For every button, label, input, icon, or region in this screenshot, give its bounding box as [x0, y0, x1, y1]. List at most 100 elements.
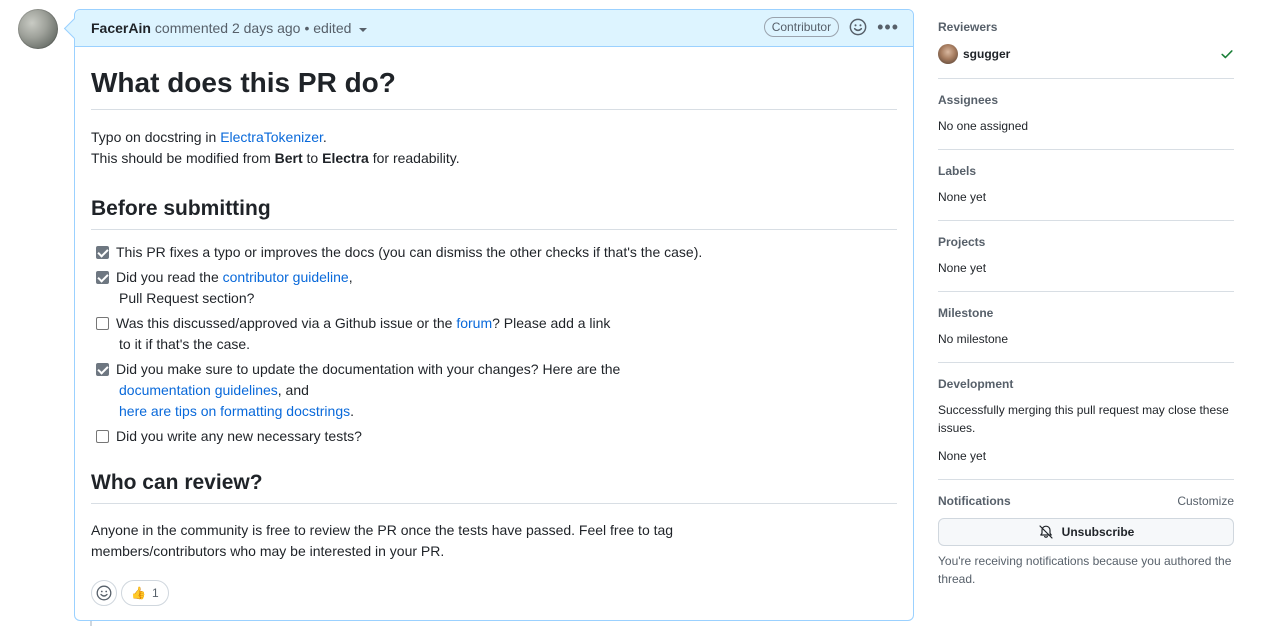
comment-body: What does this PR do? Typo on docstring …: [75, 65, 913, 562]
milestone-title[interactable]: Milestone: [938, 306, 1234, 320]
docstring-tips-link[interactable]: here are tips on formatting docstrings: [119, 403, 350, 419]
pr-description-comment: FacerAin commented 2 days ago • edited C…: [74, 9, 914, 621]
line2-end: for readability.: [368, 150, 460, 166]
reactions-bar: 👍 1: [91, 580, 169, 606]
comment-meta[interactable]: commented 2 days ago: [155, 20, 301, 36]
forum-link[interactable]: forum: [456, 315, 492, 331]
item4-period: .: [350, 403, 355, 419]
unsubscribe-label: Unsubscribe: [1061, 525, 1135, 539]
assignees-title[interactable]: Assignees: [938, 93, 1234, 107]
item2-comma: ,: [348, 269, 353, 285]
contributor-badge: Contributor: [763, 17, 840, 37]
pr-sidebar: Reviewers sgugger Assignees No one assig…: [938, 18, 1234, 588]
documentation-guidelines-link[interactable]: documentation guidelines: [119, 382, 278, 398]
checklist-item-text: Did you read the contributor guideline, …: [116, 267, 353, 309]
checklist-item: Did you write any new necessary tests?: [91, 426, 897, 447]
checklist-item-text: Was this discussed/approved via a Github…: [116, 313, 610, 355]
edited-caret-icon[interactable]: [359, 27, 368, 32]
checkbox-unchecked[interactable]: [96, 317, 109, 330]
who-text-line1: Anyone in the community is free to revie…: [91, 522, 674, 538]
development-value: None yet: [938, 449, 987, 463]
development-label: Development: [938, 377, 1014, 391]
add-reaction-icon[interactable]: [849, 18, 867, 36]
line2-to: to: [302, 150, 323, 166]
item4-prefix: Did you make sure to update the document…: [116, 361, 621, 377]
checklist-item: Did you make sure to update the document…: [91, 359, 897, 422]
intro-paragraph: Typo on docstring in ElectraTokenizer. T…: [91, 127, 897, 169]
checkbox-checked[interactable]: [96, 246, 109, 259]
reviewer-row: sgugger: [938, 44, 1234, 64]
heading-who-can-review: Who can review?: [91, 469, 897, 504]
checkbox-unchecked[interactable]: [96, 430, 109, 443]
heading-what-does-this-pr-do: What does this PR do?: [91, 65, 897, 110]
thumbs-up-reaction[interactable]: 👍 1: [121, 580, 169, 606]
item2-line2: Pull Request section?: [119, 290, 255, 306]
more-options-icon[interactable]: •••: [877, 18, 899, 36]
smiley-icon: [96, 585, 112, 601]
checklist-item-text: Did you write any new necessary tests?: [116, 428, 362, 444]
add-reaction-button[interactable]: [91, 580, 117, 606]
labels-title[interactable]: Labels: [938, 164, 1234, 178]
notifications-title: Notifications Customize: [938, 494, 1234, 508]
milestone-label: Milestone: [938, 306, 994, 320]
comment-header: FacerAin commented 2 days ago • edited C…: [75, 10, 913, 47]
item3-line2: to it if that's the case.: [119, 336, 251, 352]
reviewer-name[interactable]: sgugger: [963, 47, 1010, 61]
approved-check-icon: [1221, 50, 1233, 59]
comment-header-actions: Contributor •••: [763, 17, 899, 37]
checklist-item: Was this discussed/approved via a Github…: [91, 313, 897, 355]
author-avatar[interactable]: [18, 9, 58, 49]
sidebar-notifications: Notifications Customize Unsubscribe You'…: [938, 494, 1234, 588]
notification-reason: You're receiving notifications because y…: [938, 554, 1232, 586]
electra-bold: Electra: [322, 150, 369, 166]
assignees-label: Assignees: [938, 93, 999, 107]
unsubscribe-button[interactable]: Unsubscribe: [938, 518, 1234, 546]
labels-value: None yet: [938, 190, 987, 204]
labels-label: Labels: [938, 164, 977, 178]
reaction-count: 1: [151, 586, 159, 600]
projects-title[interactable]: Projects: [938, 235, 1234, 249]
checkbox-checked[interactable]: [96, 271, 109, 284]
intro-period: .: [322, 129, 327, 145]
item2-prefix: Did you read the: [116, 269, 223, 285]
timeline-connector: [90, 621, 92, 626]
sidebar-projects: Projects None yet: [938, 235, 1234, 292]
checklist-item: Did you read the contributor guideline, …: [91, 267, 897, 309]
sidebar-development: Development Successfully merging this pu…: [938, 377, 1234, 480]
notifications-label: Notifications: [938, 494, 1011, 508]
thumbs-up-icon: 👍: [131, 586, 146, 600]
development-title[interactable]: Development: [938, 377, 1234, 391]
item3-prefix: Was this discussed/approved via a Github…: [116, 315, 457, 331]
projects-value: None yet: [938, 261, 987, 275]
item4-and: , and: [277, 382, 309, 398]
checkbox-checked[interactable]: [96, 363, 109, 376]
checklist-item-text: This PR fixes a typo or improves the doc…: [116, 244, 703, 260]
customize-link[interactable]: Customize: [1177, 494, 1234, 508]
checklist-item-text: Did you make sure to update the document…: [116, 359, 620, 422]
item3-suffix: ? Please add a link: [492, 315, 611, 331]
sidebar-milestone: Milestone No milestone: [938, 306, 1234, 363]
intro-text: Typo on docstring in: [91, 129, 221, 145]
checklist-item: This PR fixes a typo or improves the doc…: [91, 242, 897, 263]
reviewers-label: Reviewers: [938, 20, 998, 34]
sidebar-assignees: Assignees No one assigned: [938, 93, 1234, 150]
milestone-value: No milestone: [938, 332, 1009, 346]
who-can-review-paragraph: Anyone in the community is free to revie…: [91, 520, 897, 562]
assignees-value: No one assigned: [938, 119, 1029, 133]
reviewer-avatar[interactable]: [938, 44, 958, 64]
development-text: Successfully merging this pull request m…: [938, 403, 1229, 435]
sidebar-reviewers: Reviewers sgugger: [938, 20, 1234, 79]
comment-author[interactable]: FacerAin: [91, 20, 151, 36]
checklist: This PR fixes a typo or improves the doc…: [91, 242, 897, 447]
electratokenizer-link[interactable]: ElectraTokenizer: [220, 129, 323, 145]
projects-label: Projects: [938, 235, 986, 249]
bert-bold: Bert: [274, 150, 303, 166]
reviewers-title[interactable]: Reviewers: [938, 20, 1234, 34]
line2-text: This should be modified from: [91, 150, 275, 166]
bell-slash-icon: [1039, 525, 1053, 539]
contributor-guideline-link[interactable]: contributor guideline: [223, 269, 349, 285]
sidebar-labels: Labels None yet: [938, 164, 1234, 221]
edited-indicator[interactable]: • edited: [304, 20, 351, 36]
item4-line2: documentation guidelines, and: [116, 380, 620, 401]
item4-line3: here are tips on formatting docstrings.: [116, 401, 620, 422]
